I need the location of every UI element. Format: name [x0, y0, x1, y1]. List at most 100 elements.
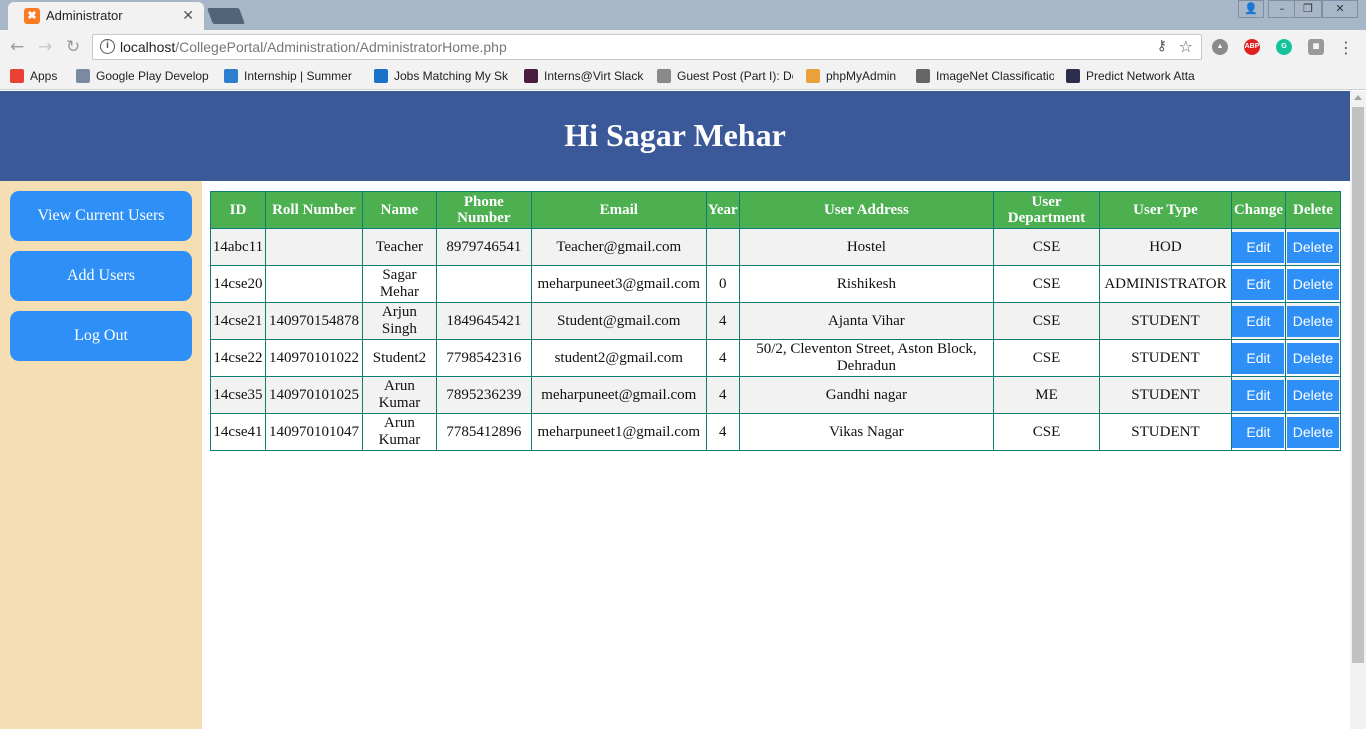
column-header-id: ID	[210, 191, 266, 229]
menu-icon[interactable]: ⋮	[1338, 38, 1354, 57]
cell-phone-number: 7798542316	[435, 339, 532, 377]
grammarly-extension-icon[interactable]: G	[1276, 39, 1292, 55]
table-row: 14cse35 140970101025 Arun Kumar 7895236239 m…	[210, 376, 1342, 414]
cell-year: 4	[705, 376, 740, 414]
sidebar: View Current Users Add Users Log Out	[0, 181, 202, 729]
edit-button[interactable]: Edit	[1232, 268, 1285, 300]
star-icon[interactable]: ☆	[1179, 37, 1193, 56]
bookmark-item[interactable]: Google Play Develop	[76, 69, 210, 83]
slack-icon	[524, 69, 538, 83]
cell-name: Arun Kumar	[361, 413, 437, 451]
cell-year: 4	[705, 339, 740, 377]
column-header-phone-number: Phone Number	[435, 191, 532, 229]
column-header-name: Name	[361, 191, 437, 229]
users-table: ID Roll Number Name Phone Number Email Y…	[210, 191, 1342, 451]
delete-button[interactable]: Delete	[1286, 268, 1339, 300]
minimize-button[interactable]: –	[1268, 0, 1296, 18]
adblock-extension-icon[interactable]: ABP	[1244, 39, 1260, 55]
browser-toolbar: ← → ↻ i localhost/CollegePortal/Administ…	[0, 30, 1366, 64]
drive-extension-icon[interactable]: ▲	[1212, 39, 1228, 55]
edit-button[interactable]: Edit	[1232, 416, 1285, 448]
bookmark-item[interactable]: phpMyAdmin	[806, 69, 906, 83]
cell-user-type: HOD	[1098, 228, 1232, 266]
back-icon[interactable]: ←	[10, 37, 24, 57]
cell-user-address: Hostel	[738, 228, 995, 266]
key-icon[interactable]: ⚷	[1157, 38, 1167, 54]
delete-button[interactable]: Delete	[1286, 342, 1339, 374]
column-header-user-department: User Department	[993, 191, 1100, 229]
column-header-user-type: User Type	[1098, 191, 1232, 229]
close-window-button[interactable]: ✕	[1322, 0, 1358, 18]
cell-user-department: CSE	[993, 413, 1100, 451]
restore-button[interactable]: ❐	[1294, 0, 1322, 18]
column-header-roll-number: Roll Number	[264, 191, 363, 229]
cell-user-department: CSE	[993, 339, 1100, 377]
bookmark-item[interactable]: Internship | Summer	[224, 69, 358, 83]
new-tab-button[interactable]	[207, 8, 245, 24]
delete-button[interactable]: Delete	[1286, 379, 1339, 411]
cell-change: Edit	[1230, 302, 1286, 340]
cell-delete: Delete	[1284, 302, 1342, 340]
cell-delete: Delete	[1284, 339, 1342, 377]
phpmyadmin-icon	[806, 69, 820, 83]
forward-icon[interactable]: →	[38, 37, 52, 57]
bookmark-item[interactable]: Predict Network Atta	[1066, 69, 1202, 83]
bookmarks-bar: Apps Google Play Develop Internship | Su…	[0, 64, 1366, 90]
cell-id: 14cse20	[210, 265, 266, 303]
close-tab-icon[interactable]: ✕	[182, 7, 194, 24]
cell-year	[705, 228, 740, 266]
delete-button[interactable]: Delete	[1286, 231, 1339, 263]
cell-id: 14cse22	[210, 339, 266, 377]
play-icon	[76, 69, 90, 83]
cell-email: student2@gmail.com	[530, 339, 707, 377]
reload-icon[interactable]: ↻	[66, 37, 80, 57]
bookmark-item[interactable]: ImageNet Classificatio	[916, 69, 1054, 83]
cell-id: 14cse41	[210, 413, 266, 451]
cell-phone-number: 1849645421	[435, 302, 532, 340]
cell-delete: Delete	[1284, 376, 1342, 414]
table-row: 14cse20 Sagar Mehar meharpuneet3@gmail.com…	[210, 265, 1342, 303]
cell-year: 4	[705, 302, 740, 340]
angellist-icon	[374, 69, 388, 83]
edit-button[interactable]: Edit	[1232, 379, 1285, 411]
address-bar[interactable]: i localhost/CollegePortal/Administration…	[92, 34, 1202, 60]
cell-id: 14cse35	[210, 376, 266, 414]
scroll-up-arrow-icon[interactable]	[1354, 95, 1362, 100]
column-header-user-address: User Address	[738, 191, 995, 229]
view-current-users-button[interactable]: View Current Users	[10, 191, 192, 241]
cell-name: Arjun Singh	[361, 302, 437, 340]
info-icon[interactable]: i	[100, 39, 115, 54]
cell-user-department: CSE	[993, 265, 1100, 303]
page-title: Hi Sagar Mehar	[564, 117, 786, 153]
delete-button[interactable]: Delete	[1286, 416, 1339, 448]
cell-change: Edit	[1230, 413, 1286, 451]
edit-button[interactable]: Edit	[1232, 342, 1285, 374]
cell-user-type: STUDENT	[1098, 302, 1232, 340]
edit-button[interactable]: Edit	[1232, 231, 1285, 263]
table-row: 14cse41 140970101047 Arun Kumar 7785412896 m…	[210, 413, 1342, 451]
page-scrollbar[interactable]	[1350, 91, 1366, 729]
log-out-button[interactable]: Log Out	[10, 311, 192, 361]
cell-change: Edit	[1230, 265, 1286, 303]
n-icon	[657, 69, 671, 83]
page-viewport: Hi Sagar Mehar View Current Users Add Us…	[0, 91, 1350, 729]
cell-name: Teacher	[361, 228, 437, 266]
column-header-delete: Delete	[1284, 191, 1342, 229]
cell-id: 14abc11	[210, 228, 266, 266]
cell-roll-number	[264, 265, 363, 303]
cell-roll-number	[264, 228, 363, 266]
profile-icon[interactable]: 👤	[1238, 0, 1264, 18]
bookmark-item[interactable]: Jobs Matching My Sk	[374, 69, 510, 83]
delete-button[interactable]: Delete	[1286, 305, 1339, 337]
edit-button[interactable]: Edit	[1232, 305, 1285, 337]
extension-icon[interactable]: ▦	[1308, 39, 1324, 55]
browser-tab[interactable]: ✖ Administrator ✕	[8, 2, 204, 30]
cell-change: Edit	[1230, 228, 1286, 266]
h-icon	[1066, 69, 1080, 83]
bookmark-item[interactable]: Interns@Virt Slack	[524, 69, 648, 83]
scrollbar-thumb[interactable]	[1352, 107, 1364, 663]
cell-email: meharpuneet3@gmail.com	[530, 265, 707, 303]
add-users-button[interactable]: Add Users	[10, 251, 192, 301]
bookmark-apps[interactable]: Apps	[10, 69, 57, 83]
bookmark-item[interactable]: Guest Post (Part I): De	[657, 69, 793, 83]
